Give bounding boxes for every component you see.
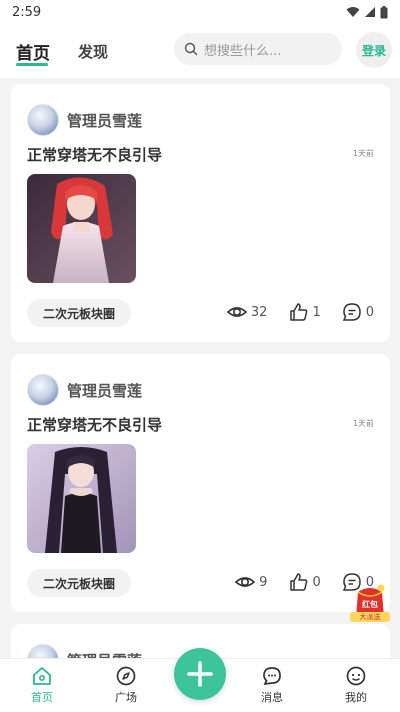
post-header[interactable]: 管理员雪莲 xyxy=(27,374,142,406)
views-stat: 32 xyxy=(226,301,268,323)
message-icon xyxy=(263,667,281,686)
post-card[interactable]: 管理员雪莲 正常穿塔无不良引导 1天前 二次元板块圈 32 1 0 xyxy=(11,84,390,342)
eye-icon xyxy=(234,577,256,587)
bottom-nav-plaza-label: 广场 xyxy=(115,691,137,704)
likes-count: 0 xyxy=(312,574,321,590)
bottom-nav-home-label: 首页 xyxy=(31,691,53,704)
post-time: 1天前 xyxy=(352,419,374,428)
create-post-button[interactable] xyxy=(174,648,226,700)
bottom-nav-plaza[interactable]: 广场 xyxy=(96,665,156,705)
status-time: 2:59 xyxy=(12,4,42,20)
post-stats: 9 0 0 xyxy=(214,571,374,593)
avatar[interactable] xyxy=(27,374,59,406)
red-packet-title: 红包 xyxy=(362,600,378,609)
likes-count: 1 xyxy=(312,304,321,320)
likes-stat[interactable]: 0 xyxy=(287,571,321,593)
tab-discover[interactable]: 发现 xyxy=(78,41,108,62)
likes-stat[interactable]: 1 xyxy=(287,301,321,323)
post-time: 1天前 xyxy=(352,149,374,158)
category-tag[interactable]: 二次元板块圈 xyxy=(27,569,132,597)
top-nav: 首页 发现 想搜些什么... 登录 xyxy=(0,24,400,78)
status-icons xyxy=(346,5,388,19)
bottom-nav-profile-label: 我的 xyxy=(345,691,367,704)
wifi-icon xyxy=(346,7,360,17)
post-header[interactable]: 管理员雪莲 xyxy=(27,644,142,658)
views-stat: 9 xyxy=(234,571,267,593)
thumbs-up-icon xyxy=(290,303,308,321)
battery-icon xyxy=(380,5,388,18)
post-feed[interactable]: 管理员雪莲 正常穿塔无不良引导 1天前 二次元板块圈 32 1 0 管理员雪莲 … xyxy=(0,84,400,658)
post-stats: 32 1 0 xyxy=(206,301,374,323)
home-icon xyxy=(33,667,51,685)
thumbs-up-icon xyxy=(290,573,308,591)
signal-icon xyxy=(365,7,375,17)
bottom-nav-home[interactable]: 首页 xyxy=(12,665,72,705)
comment-icon xyxy=(342,303,361,321)
comments-stat[interactable]: 0 xyxy=(341,301,374,323)
login-button[interactable]: 登录 xyxy=(356,32,392,68)
search-input[interactable]: 想搜些什么... xyxy=(174,33,342,65)
status-bar: 2:59 xyxy=(0,0,400,24)
plus-icon xyxy=(187,661,213,687)
search-icon xyxy=(184,42,198,56)
red-packet-subtitle: 大派送 xyxy=(350,612,390,622)
tab-home[interactable]: 首页 xyxy=(16,39,50,66)
bottom-nav-profile[interactable]: 我的 xyxy=(326,665,386,705)
profile-icon xyxy=(346,666,366,686)
author-name[interactable]: 管理员雪莲 xyxy=(67,380,142,401)
post-title[interactable]: 正常穿塔无不良引导 xyxy=(27,414,162,435)
post-image[interactable] xyxy=(27,174,136,283)
avatar[interactable] xyxy=(27,104,59,136)
author-name[interactable]: 管理员雪莲 xyxy=(67,650,142,659)
post-title[interactable]: 正常穿塔无不良引导 xyxy=(27,144,162,165)
comments-count: 0 xyxy=(365,304,374,320)
views-count: 9 xyxy=(259,574,268,590)
avatar[interactable] xyxy=(27,644,59,658)
search-placeholder: 想搜些什么... xyxy=(204,43,282,59)
category-tag[interactable]: 二次元板块圈 xyxy=(27,299,132,327)
post-card[interactable]: 管理员雪莲 正常穿塔无不良引导 1天前 二次元板块圈 9 0 0 xyxy=(11,354,390,612)
eye-icon xyxy=(226,307,248,317)
post-image[interactable] xyxy=(27,444,136,553)
bottom-nav-messages[interactable]: 消息 xyxy=(242,665,302,705)
compass-icon xyxy=(116,666,136,686)
views-count: 32 xyxy=(250,304,268,320)
author-name[interactable]: 管理员雪莲 xyxy=(67,110,142,131)
post-header[interactable]: 管理员雪莲 xyxy=(27,104,142,136)
bottom-nav-messages-label: 消息 xyxy=(261,691,283,704)
